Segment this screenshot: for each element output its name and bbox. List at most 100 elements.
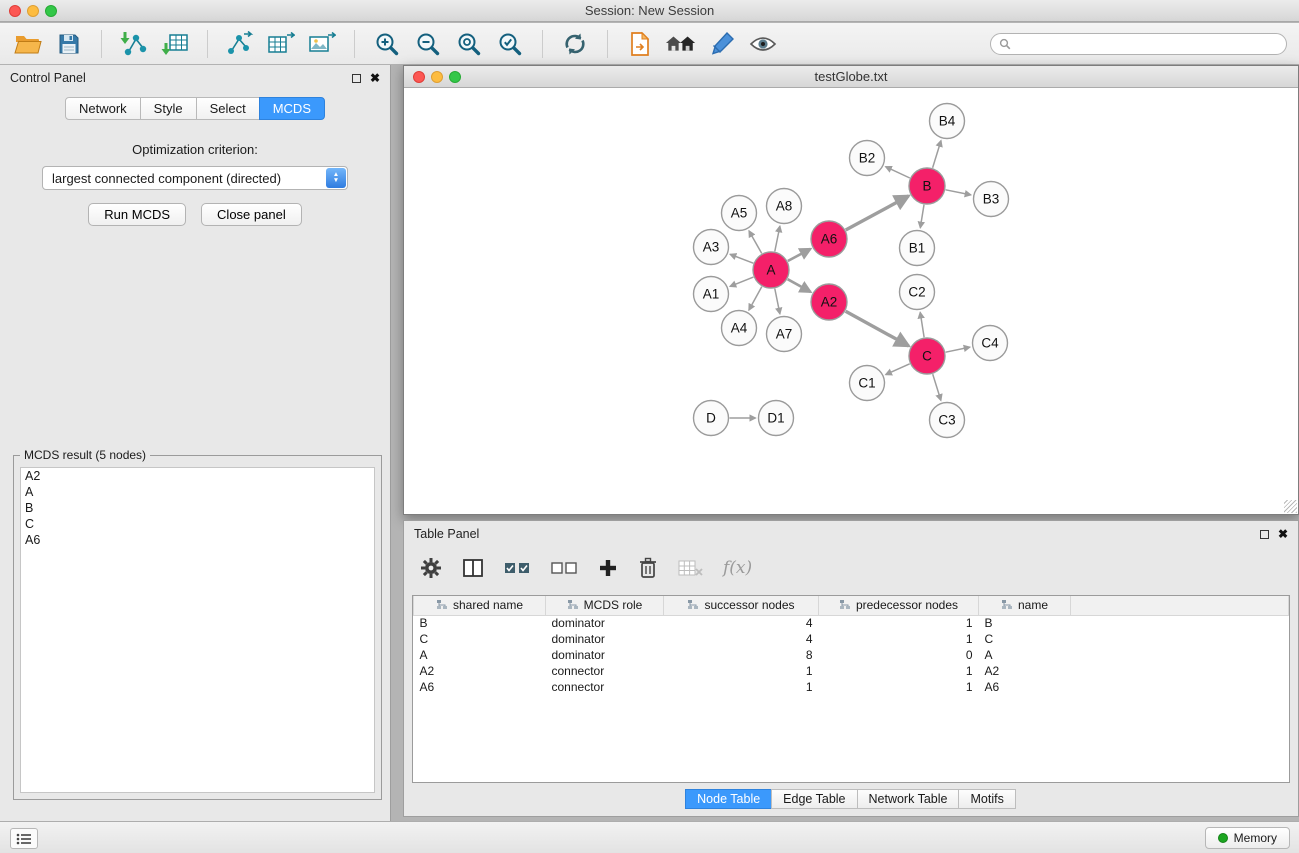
column-header-name[interactable]: name <box>979 596 1071 615</box>
network-node-C[interactable]: C <box>909 338 945 374</box>
network-node-A8[interactable]: A8 <box>767 189 802 224</box>
export-table-icon[interactable] <box>265 28 297 60</box>
mcds-result-item[interactable]: A <box>21 484 374 500</box>
network-edge-A6-B[interactable] <box>846 196 909 230</box>
minimize-button[interactable] <box>27 5 39 17</box>
table-cell[interactable]: A <box>414 647 546 663</box>
table-settings-gear-icon[interactable] <box>420 557 442 579</box>
table-cell[interactable]: A2 <box>414 663 546 679</box>
float-panel-icon[interactable] <box>1260 530 1269 539</box>
network-edge-C-C1[interactable] <box>886 364 910 375</box>
optimization-criterion-dropdown[interactable]: largest connected component (directed) ▲… <box>42 166 348 190</box>
tab-network-table[interactable]: Network Table <box>857 789 960 809</box>
network-node-A7[interactable]: A7 <box>767 317 802 352</box>
open-session-icon[interactable] <box>12 28 44 60</box>
close-panel-icon[interactable]: ✖ <box>1278 529 1288 539</box>
table-cell[interactable]: 4 <box>664 615 819 631</box>
network-node-A3[interactable]: A3 <box>694 230 729 265</box>
table-cell[interactable]: 4 <box>664 631 819 647</box>
add-column-icon[interactable] <box>598 558 618 578</box>
table-row[interactable]: A2connector11A2 <box>414 663 1289 679</box>
table-cell[interactable]: dominator <box>546 631 664 647</box>
refresh-icon[interactable] <box>559 28 591 60</box>
network-edge-A-A5[interactable] <box>749 231 762 254</box>
network-node-A2[interactable]: A2 <box>811 284 847 320</box>
network-node-D1[interactable]: D1 <box>759 401 794 436</box>
table-cell[interactable]: 1 <box>664 663 819 679</box>
import-table-icon[interactable] <box>159 28 191 60</box>
toolbar-search[interactable] <box>990 33 1287 55</box>
zoom-in-icon[interactable] <box>371 28 403 60</box>
network-edge-A-A3[interactable] <box>730 254 753 263</box>
network-edge-A-A2[interactable] <box>788 279 811 292</box>
network-node-B1[interactable]: B1 <box>900 231 935 266</box>
table-cell[interactable]: 1 <box>819 679 979 695</box>
table-cell[interactable]: dominator <box>546 647 664 663</box>
tab-select[interactable]: Select <box>196 97 260 120</box>
zoom-selected-icon[interactable] <box>494 28 526 60</box>
column-header-predecessor-nodes[interactable]: predecessor nodes <box>819 596 979 615</box>
close-panel-button[interactable]: Close panel <box>201 203 302 226</box>
table-cell[interactable]: A6 <box>979 679 1071 695</box>
network-node-B4[interactable]: B4 <box>930 104 965 139</box>
network-node-A1[interactable]: A1 <box>694 277 729 312</box>
tab-style[interactable]: Style <box>140 97 197 120</box>
network-node-A[interactable]: A <box>753 252 789 288</box>
delete-column-trash-icon[interactable] <box>638 557 658 579</box>
network-node-A6[interactable]: A6 <box>811 221 847 257</box>
tab-node-table[interactable]: Node Table <box>685 789 772 809</box>
mcds-result-item[interactable]: C <box>21 516 374 532</box>
network-edge-B-B4[interactable] <box>933 141 941 168</box>
table-row[interactable]: Adominator80A <box>414 647 1289 663</box>
table-row[interactable]: A6connector11A6 <box>414 679 1289 695</box>
mcds-result-item[interactable]: A2 <box>21 468 374 484</box>
network-node-C1[interactable]: C1 <box>850 366 885 401</box>
table-row[interactable]: Cdominator41C <box>414 631 1289 647</box>
network-edge-B-B3[interactable] <box>946 190 971 195</box>
zoom-out-icon[interactable] <box>412 28 444 60</box>
network-edge-B-B2[interactable] <box>886 167 910 178</box>
import-network-icon[interactable] <box>118 28 150 60</box>
network-edge-A-A7[interactable] <box>775 289 780 314</box>
table-cell[interactable]: 8 <box>664 647 819 663</box>
zoom-window-button[interactable] <box>45 5 57 17</box>
table-row[interactable]: Bdominator41B <box>414 615 1289 631</box>
table-cell[interactable]: 1 <box>664 679 819 695</box>
mcds-result-item[interactable]: A6 <box>21 532 374 548</box>
tab-mcds[interactable]: MCDS <box>259 97 325 120</box>
first-neighbors-icon[interactable] <box>665 28 697 60</box>
network-edge-A-A1[interactable] <box>730 277 753 286</box>
network-edge-C-C2[interactable] <box>920 312 924 337</box>
mcds-result-item[interactable]: B <box>21 500 374 516</box>
table-cell[interactable]: A6 <box>414 679 546 695</box>
network-node-C2[interactable]: C2 <box>900 275 935 310</box>
tab-motifs[interactable]: Motifs <box>958 789 1015 809</box>
float-panel-icon[interactable] <box>352 74 361 83</box>
deselect-all-icon[interactable] <box>551 560 578 576</box>
tab-edge-table[interactable]: Edge Table <box>771 789 857 809</box>
network-edge-C-C3[interactable] <box>933 374 941 400</box>
network-minimize-button[interactable] <box>431 71 443 83</box>
table-cell[interactable]: A <box>979 647 1071 663</box>
table-cell[interactable]: C <box>414 631 546 647</box>
table-cell[interactable]: connector <box>546 663 664 679</box>
export-network-icon[interactable] <box>224 28 256 60</box>
network-edge-A2-C[interactable] <box>846 311 909 346</box>
network-node-B2[interactable]: B2 <box>850 141 885 176</box>
network-node-B3[interactable]: B3 <box>974 182 1009 217</box>
window-resize-grip[interactable] <box>1284 500 1297 513</box>
tab-network[interactable]: Network <box>65 97 141 120</box>
network-node-A5[interactable]: A5 <box>722 196 757 231</box>
network-edge-C-C4[interactable] <box>946 347 970 352</box>
table-cell[interactable]: C <box>979 631 1071 647</box>
column-header-successor-nodes[interactable]: successor nodes <box>664 596 819 615</box>
network-edge-A-A6[interactable] <box>788 249 811 261</box>
table-cell[interactable]: dominator <box>546 615 664 631</box>
network-edge-B-B1[interactable] <box>920 205 924 228</box>
network-edge-A-A8[interactable] <box>775 226 780 251</box>
table-cell[interactable]: B <box>979 615 1071 631</box>
network-node-C4[interactable]: C4 <box>973 326 1008 361</box>
export-image-icon[interactable] <box>306 28 338 60</box>
copy-view-icon[interactable] <box>624 28 656 60</box>
network-graph[interactable]: B4B2BB3A5A8A6B1A3AA1C2A2A4A7C4CC1C3DD1 <box>404 89 1298 514</box>
